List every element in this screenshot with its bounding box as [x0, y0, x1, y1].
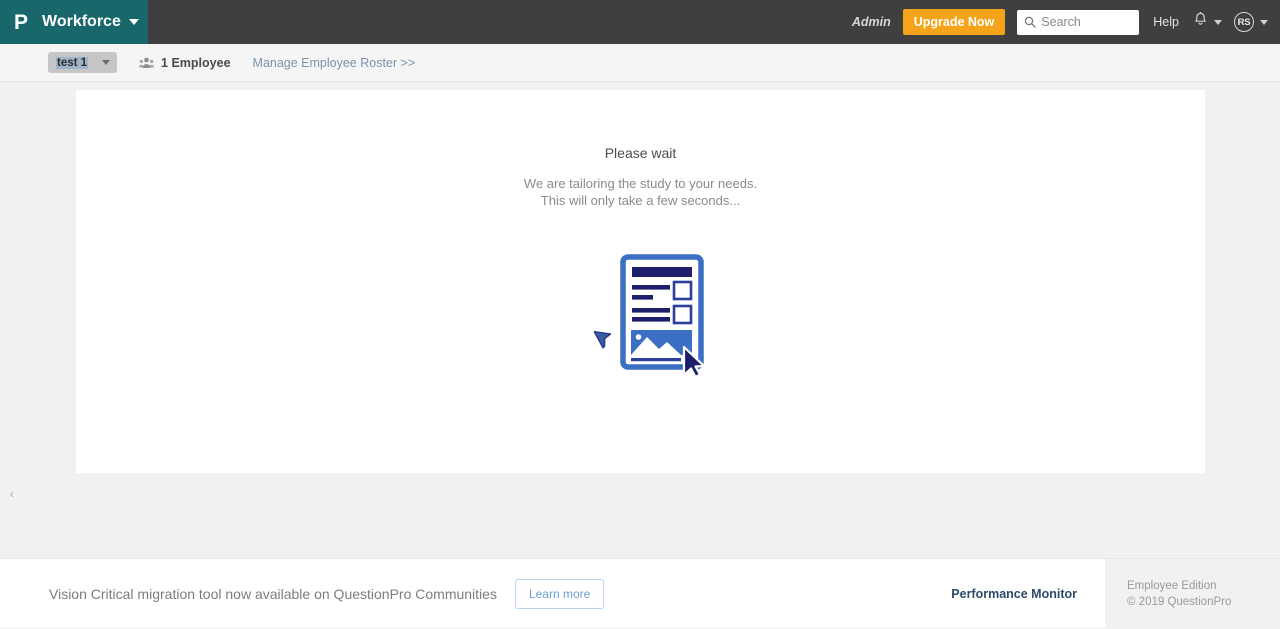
page-title: Please wait: [76, 145, 1205, 161]
upgrade-now-button[interactable]: Upgrade Now: [903, 9, 1006, 35]
admin-label[interactable]: Admin: [852, 15, 891, 29]
chevron-down-icon[interactable]: [1214, 20, 1222, 25]
sub-header-bar: test 1 1 Employee Manage Employee Roster…: [0, 44, 1280, 82]
bell-icon: [1193, 12, 1208, 33]
employee-count: 1 Employee: [139, 56, 230, 70]
sidebar-collapse-toggle[interactable]: ‹: [4, 484, 20, 502]
main-content-card: Please wait We are tailoring the study t…: [76, 90, 1205, 473]
promo-text: Vision Critical migration tool now avail…: [49, 586, 497, 602]
chevron-down-icon[interactable]: [129, 19, 139, 25]
edition-label: Employee Edition: [1127, 578, 1280, 594]
copyright-label: © 2019 QuestionPro: [1127, 594, 1280, 610]
chevron-down-icon[interactable]: [1260, 20, 1268, 25]
questionpro-logo-icon: P: [14, 12, 28, 33]
project-selector-label: test 1: [56, 57, 88, 69]
header-right-cluster: Admin Upgrade Now Help: [852, 9, 1280, 35]
brand-area[interactable]: P Workforce: [0, 0, 148, 44]
brand-product-name: Workforce: [42, 13, 121, 31]
learn-more-button[interactable]: Learn more: [515, 579, 604, 609]
top-header-bar: P Workforce Admin Upgrade Now Help: [0, 0, 1280, 44]
manage-employee-roster-link[interactable]: Manage Employee Roster >>: [253, 56, 416, 70]
loading-message-line-2: This will only take a few seconds...: [76, 192, 1205, 209]
search-box[interactable]: [1017, 10, 1139, 35]
search-input[interactable]: [1041, 15, 1133, 29]
footer-promo: Vision Critical migration tool now avail…: [49, 579, 604, 609]
people-group-icon: [139, 57, 154, 69]
avatar: RS: [1234, 12, 1254, 32]
user-account-control[interactable]: RS: [1234, 12, 1268, 32]
help-link[interactable]: Help: [1153, 15, 1179, 29]
search-icon: [1024, 16, 1036, 28]
employee-count-label: 1 Employee: [161, 56, 230, 70]
project-selector-dropdown[interactable]: test 1: [48, 52, 117, 73]
chevron-down-icon: [102, 60, 110, 65]
notifications-control[interactable]: [1193, 12, 1222, 33]
loading-message: We are tailoring the study to your needs…: [76, 175, 1205, 209]
footer-bar: Vision Critical migration tool now avail…: [0, 558, 1280, 628]
performance-monitor-link[interactable]: Performance Monitor: [951, 587, 1077, 601]
arrow-cursor-small: [594, 327, 614, 349]
survey-document-illustration: [571, 245, 711, 380]
loading-message-line-1: We are tailoring the study to your needs…: [76, 175, 1205, 192]
edition-info-panel: Employee Edition © 2019 QuestionPro: [1105, 559, 1280, 629]
